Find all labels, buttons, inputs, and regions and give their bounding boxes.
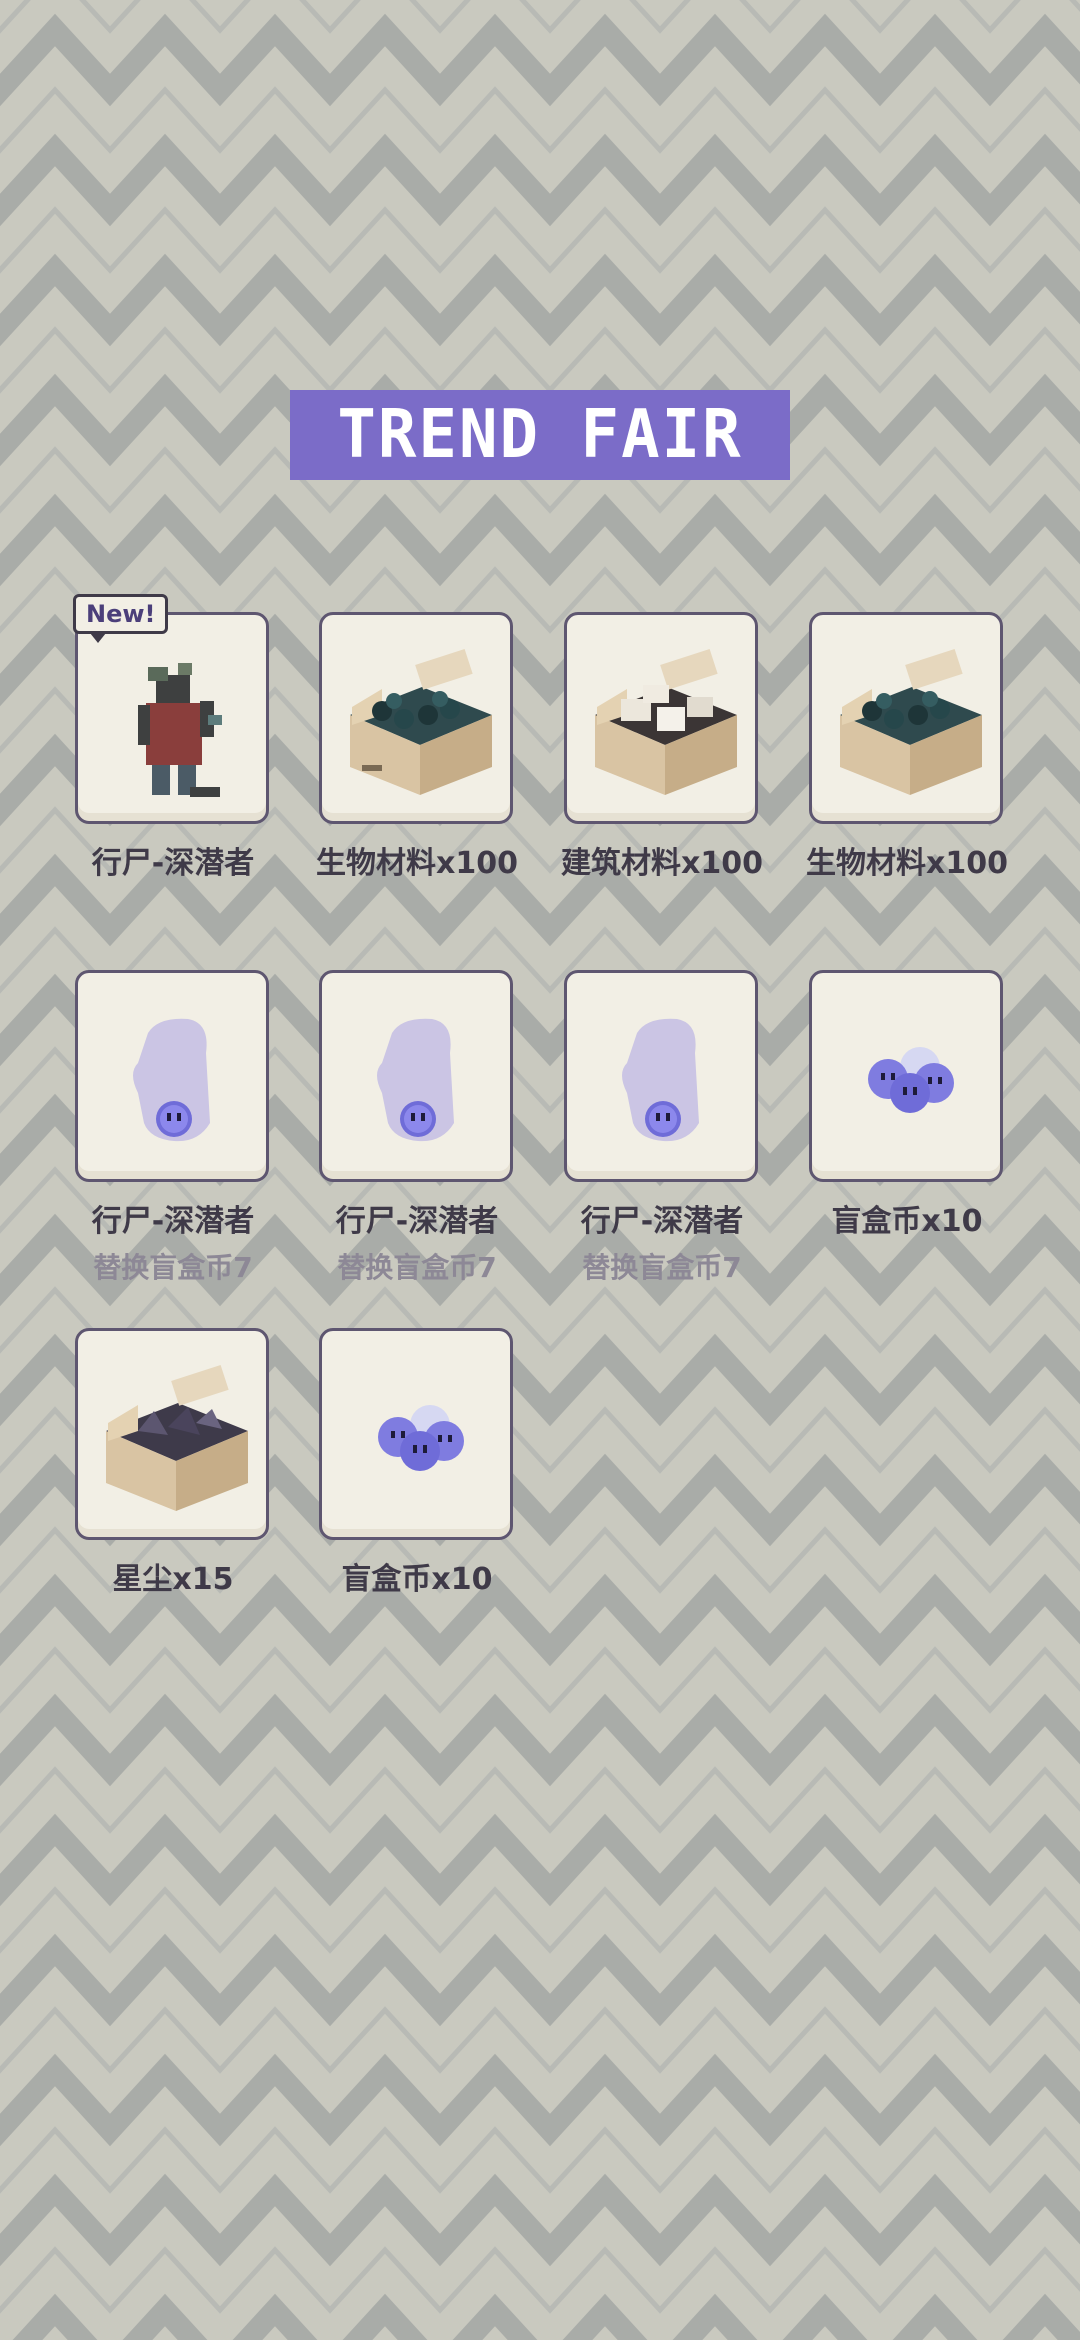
item-slot[interactable]: 盲盒币x10 (319, 1328, 515, 1598)
item-card[interactable] (319, 612, 513, 824)
item-name: 盲盒币x10 (831, 1204, 983, 1239)
zombie-diver-character-icon (138, 663, 222, 797)
item-name: 建筑材料x100 (561, 846, 763, 881)
item-card[interactable] (319, 1328, 513, 1540)
blind-box-coins-icon (378, 1405, 464, 1471)
item-card[interactable] (564, 612, 758, 824)
item-slot[interactable]: New! 行尸-深潜者 (73, 594, 271, 882)
item-slot[interactable]: 建筑材料x100 (561, 612, 763, 882)
item-slot[interactable]: 盲盒币x10 (809, 970, 1005, 1240)
item-slot[interactable]: 生物材料x100 (806, 612, 1008, 882)
item-card[interactable] (319, 970, 513, 1182)
bio-material-box-icon (840, 648, 982, 795)
item-note: 替换盲盒币7 (582, 1251, 742, 1284)
item-card[interactable] (564, 970, 758, 1182)
item-slot[interactable]: 星尘x15 (75, 1328, 271, 1598)
building-material-box-icon (595, 648, 737, 795)
item-name: 星尘x15 (112, 1562, 234, 1597)
title-banner: TREND FAIR (290, 390, 790, 480)
item-name: 生物材料x100 (316, 846, 518, 881)
item-card[interactable] (809, 970, 1003, 1182)
item-name: 行尸-深潜者 (91, 1204, 255, 1239)
ghost-silhouette-icon (377, 1018, 454, 1142)
item-card[interactable] (809, 612, 1003, 824)
item-card[interactable] (75, 1328, 269, 1540)
item-name: 行尸-深潜者 (91, 846, 255, 881)
item-name: 生物材料x100 (806, 846, 1008, 881)
blind-box-coins-icon (868, 1047, 954, 1113)
item-slot[interactable]: 行尸-深潜者 替换盲盒币7 (564, 970, 760, 1286)
item-name: 盲盒币x10 (341, 1562, 493, 1597)
ghost-silhouette-icon (133, 1018, 210, 1142)
item-name: 行尸-深潜者 (335, 1204, 499, 1239)
stardust-box-icon (106, 1364, 248, 1511)
item-note: 替换盲盒币7 (337, 1251, 497, 1284)
ghost-silhouette-icon (622, 1018, 699, 1142)
item-slot[interactable]: 生物材料x100 (316, 612, 518, 882)
page-title: TREND FAIR (337, 396, 743, 474)
item-card[interactable] (75, 612, 269, 824)
bio-material-box-icon (350, 648, 492, 795)
new-badge: New! (73, 594, 169, 643)
item-note: 替换盲盒币7 (93, 1251, 253, 1284)
item-slot[interactable]: 行尸-深潜者 替换盲盒币7 (319, 970, 515, 1286)
item-slot[interactable]: 行尸-深潜者 替换盲盒币7 (75, 970, 271, 1286)
item-name: 行尸-深潜者 (580, 1204, 744, 1239)
item-card[interactable] (75, 970, 269, 1182)
